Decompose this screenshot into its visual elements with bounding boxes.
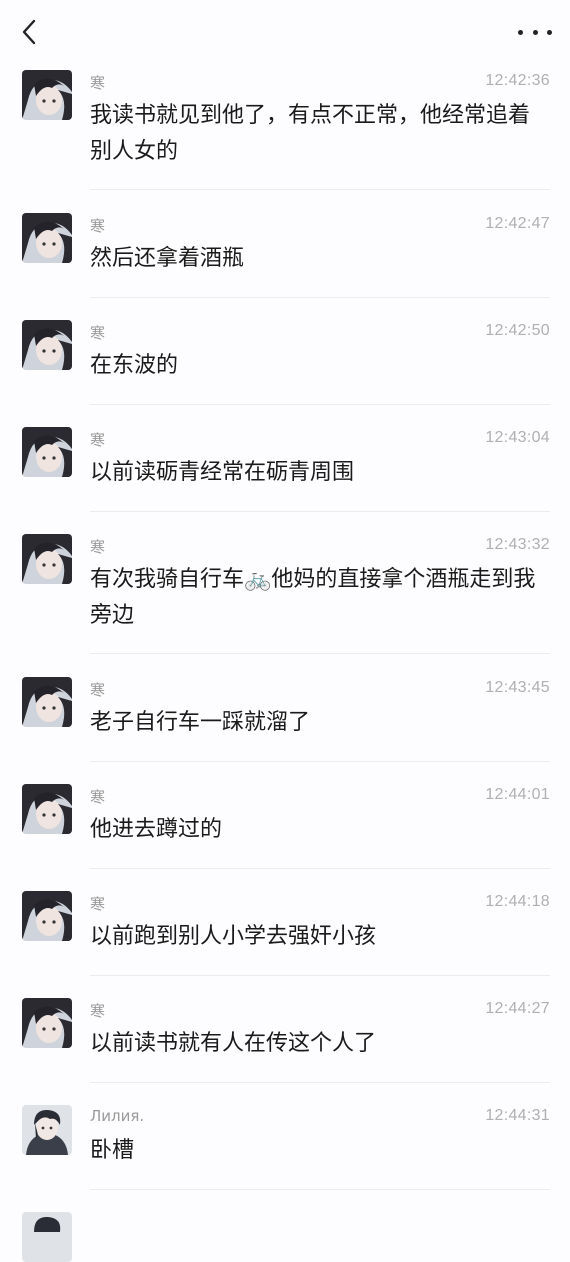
message-text[interactable]: 卧槽	[90, 1133, 540, 1169]
more-horizontal-icon	[518, 29, 523, 35]
message-text[interactable]: 他进去蹲过的	[90, 812, 540, 848]
avatar[interactable]	[22, 320, 72, 370]
avatar[interactable]	[22, 677, 72, 727]
divider	[90, 975, 550, 976]
divider	[90, 761, 550, 762]
avatar[interactable]	[22, 1212, 72, 1262]
message-text[interactable]: 老子自行车一踩就溜了	[90, 705, 540, 741]
sender-name: Лилия.	[90, 1107, 145, 1125]
divider	[90, 868, 550, 869]
divider	[90, 1082, 550, 1083]
message-text[interactable]: 以前读砺青经常在砺青周围	[90, 455, 540, 491]
chevron-left-icon	[22, 19, 36, 45]
timestamp: 12:43:04	[485, 429, 550, 446]
message-text[interactable]: 有次我骑自行车🚲他妈的直接拿个酒瓶走到我旁边	[90, 562, 540, 634]
message-text[interactable]: 以前读书就有人在传这个人了	[90, 1026, 540, 1062]
timestamp: 12:42:47	[485, 215, 550, 232]
message-text[interactable]: 在东波的	[90, 348, 540, 384]
message-list: 寒 12:42:36 我读书就见到他了，有点不正常，他经常追着别人女的 寒 12…	[0, 0, 570, 1262]
message-text[interactable]: 我读书就见到他了，有点不正常，他经常追着别人女的	[90, 98, 540, 170]
sender-name: 寒	[90, 788, 106, 806]
avatar[interactable]	[22, 427, 72, 477]
divider	[90, 297, 550, 298]
avatar[interactable]	[22, 70, 72, 120]
sender-name: 寒	[90, 1002, 106, 1020]
sender-name: 寒	[90, 895, 106, 913]
timestamp: 12:42:36	[485, 72, 550, 89]
divider	[90, 511, 550, 512]
message-text[interactable]: 然后还拿着酒瓶	[90, 241, 540, 277]
more-button[interactable]	[518, 20, 552, 44]
avatar[interactable]	[22, 784, 72, 834]
sender-name: 寒	[90, 538, 106, 556]
timestamp: 12:44:27	[485, 1000, 550, 1017]
divider	[90, 1189, 550, 1190]
timestamp: 12:44:18	[485, 893, 550, 910]
timestamp: 12:42:50	[485, 322, 550, 339]
message-text[interactable]: 以前跑到别人小学去强奸小孩	[90, 919, 540, 955]
avatar[interactable]	[22, 534, 72, 584]
top-bar	[0, 0, 570, 64]
avatar[interactable]	[22, 998, 72, 1048]
sender-name: 寒	[90, 431, 106, 449]
divider	[90, 653, 550, 654]
avatar[interactable]	[22, 891, 72, 941]
sender-name: 寒	[90, 324, 106, 342]
divider	[90, 404, 550, 405]
back-button[interactable]	[14, 14, 44, 50]
sender-name: 寒	[90, 217, 106, 235]
avatar[interactable]	[22, 1105, 72, 1155]
timestamp: 12:44:01	[485, 786, 550, 803]
avatar[interactable]	[22, 213, 72, 263]
sender-name: 寒	[90, 681, 106, 699]
divider	[90, 189, 550, 190]
sender-name: 寒	[90, 74, 106, 92]
timestamp: 12:44:31	[485, 1107, 550, 1124]
timestamp: 12:43:32	[485, 536, 550, 553]
timestamp: 12:43:45	[485, 679, 550, 696]
